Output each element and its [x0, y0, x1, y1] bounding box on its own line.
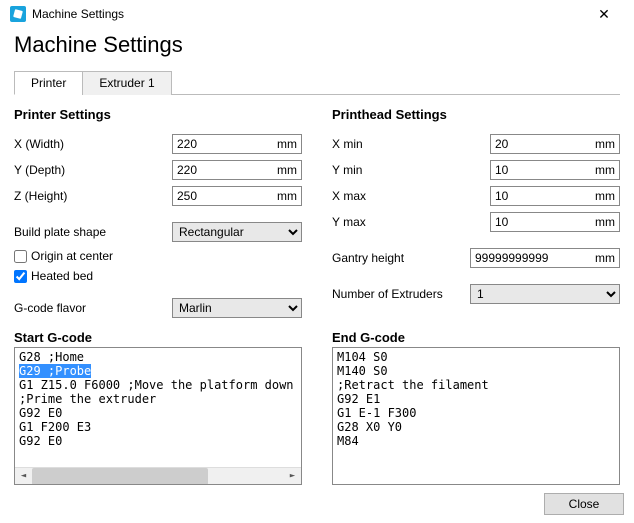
heated-bed-label: Heated bed — [31, 269, 93, 283]
start-gcode-title: Start G-code — [14, 330, 302, 345]
origin-at-center-checkbox[interactable] — [14, 250, 27, 263]
x-max-unit: mm — [591, 189, 619, 203]
start-gcode-hscrollbar[interactable]: ◄ ► — [15, 467, 301, 484]
y-min-label: Y min — [332, 163, 490, 177]
z-height-input[interactable] — [173, 187, 273, 205]
scroll-right-icon[interactable]: ► — [284, 468, 301, 485]
x-max-label: X max — [332, 189, 490, 203]
y-min-input[interactable] — [491, 161, 591, 179]
y-max-label: Y max — [332, 215, 490, 229]
app-icon — [10, 6, 26, 22]
tab-extruder-1[interactable]: Extruder 1 — [82, 71, 171, 95]
gcode-flavor-label: G-code flavor — [14, 301, 172, 315]
origin-at-center-label: Origin at center — [31, 249, 113, 263]
x-width-label: X (Width) — [14, 137, 172, 151]
y-depth-input[interactable] — [173, 161, 273, 179]
build-plate-shape-label: Build plate shape — [14, 225, 172, 239]
y-max-input[interactable] — [491, 213, 591, 231]
y-min-unit: mm — [591, 163, 619, 177]
end-gcode-title: End G-code — [332, 330, 620, 345]
page-title: Machine Settings — [14, 32, 620, 58]
num-extruders-label: Number of Extruders — [332, 287, 470, 301]
start-gcode-textarea[interactable]: G28 ;HomeG29 ;ProbeG1 Z15.0 F6000 ;Move … — [14, 347, 302, 485]
scroll-left-icon[interactable]: ◄ — [15, 468, 32, 485]
gcode-flavor-select[interactable]: Marlin — [172, 298, 302, 318]
x-min-label: X min — [332, 137, 490, 151]
z-height-unit: mm — [273, 189, 301, 203]
printhead-settings-title: Printhead Settings — [332, 107, 620, 122]
end-gcode-textarea[interactable]: M104 S0M140 S0;Retract the filamentG92 E… — [332, 347, 620, 485]
y-depth-unit: mm — [273, 163, 301, 177]
heated-bed-checkbox[interactable] — [14, 270, 27, 283]
x-max-input[interactable] — [491, 187, 591, 205]
x-width-input[interactable] — [173, 135, 273, 153]
x-min-unit: mm — [591, 137, 619, 151]
build-plate-shape-select[interactable]: Rectangular — [172, 222, 302, 242]
printer-settings-title: Printer Settings — [14, 107, 302, 122]
z-height-label: Z (Height) — [14, 189, 172, 203]
gantry-height-label: Gantry height — [332, 251, 470, 265]
close-button[interactable]: Close — [544, 493, 624, 515]
window-title: Machine Settings — [32, 7, 124, 21]
x-min-input[interactable] — [491, 135, 591, 153]
x-width-unit: mm — [273, 137, 301, 151]
tab-printer[interactable]: Printer — [14, 71, 83, 95]
y-max-unit: mm — [591, 215, 619, 229]
gantry-height-input[interactable] — [471, 249, 591, 267]
tabs: Printer Extruder 1 — [14, 70, 620, 95]
gantry-height-unit: mm — [591, 251, 619, 265]
scroll-thumb[interactable] — [32, 468, 208, 485]
titlebar: Machine Settings ✕ — [0, 0, 634, 28]
num-extruders-select[interactable]: 1 — [470, 284, 620, 304]
close-icon[interactable]: ✕ — [584, 6, 624, 23]
y-depth-label: Y (Depth) — [14, 163, 172, 177]
